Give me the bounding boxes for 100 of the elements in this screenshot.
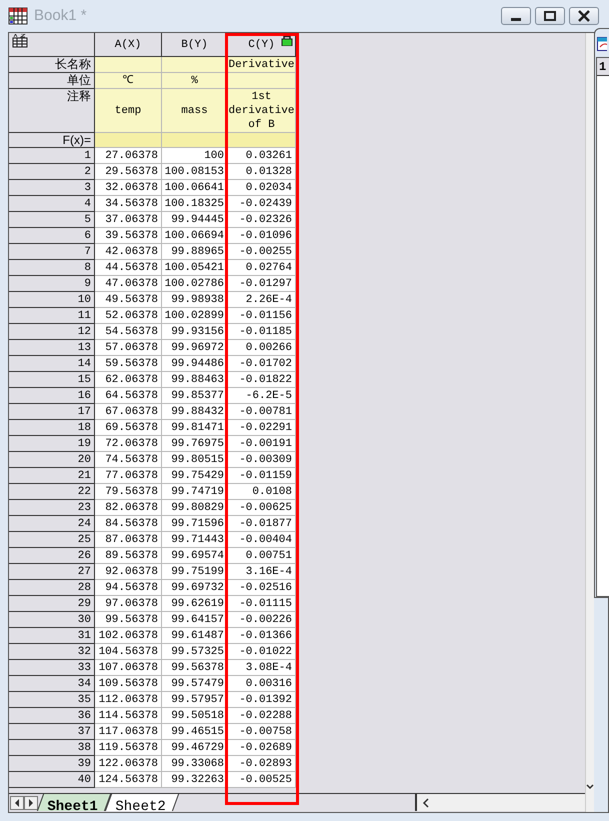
table-cell: 64.56378 (95, 388, 162, 404)
table-cell: 62.06378 (95, 372, 162, 388)
row-number: 37 (9, 724, 95, 740)
scroll-left-button[interactable] (10, 796, 24, 810)
row-number: 31 (9, 628, 95, 644)
table-cell: 99.62619 (162, 596, 228, 612)
table-cell: -0.00525 (228, 772, 296, 788)
horizontal-scrollbar[interactable] (415, 794, 585, 811)
table-cell: Derivative (228, 57, 296, 73)
sheet-tab[interactable]: Sheet2 (105, 794, 180, 811)
row-number: 32 (9, 644, 95, 660)
table-cell: mass (162, 89, 228, 133)
table-cell: 99.71596 (162, 516, 228, 532)
row-number: 35 (9, 692, 95, 708)
left-arrow-icon (14, 798, 20, 806)
row-number: 19 (9, 436, 95, 452)
row-number: 25 (9, 532, 95, 548)
table-cell: -0.00309 (228, 452, 296, 468)
table-cell: 99.75199 (162, 564, 228, 580)
table-cell: -0.02893 (228, 756, 296, 772)
table-cell: 99.32263 (162, 772, 228, 788)
table-cell: 99.64157 (162, 612, 228, 628)
sheet-tab[interactable]: Sheet1 (36, 794, 112, 811)
table-cell: -0.02689 (228, 740, 296, 756)
table-cell: 99.88432 (162, 404, 228, 420)
row-number: 18 (9, 420, 95, 436)
table-cell: ℃ (95, 73, 162, 89)
table-cell: 27.06378 (95, 148, 162, 164)
close-button[interactable] (569, 7, 599, 25)
row-number: 28 (9, 580, 95, 596)
table-cell: 99.75429 (162, 468, 228, 484)
table-cell: -0.02288 (228, 708, 296, 724)
table-cell: 99.50518 (162, 708, 228, 724)
table-cell: -0.00404 (228, 532, 296, 548)
table-cell: -0.02291 (228, 420, 296, 436)
table-cell: 99.93156 (162, 324, 228, 340)
window-title: Book1 * (34, 6, 87, 26)
table-cell: 99.96972 (162, 340, 228, 356)
row-number: 3 (9, 180, 95, 196)
table-cell: 99.94445 (162, 212, 228, 228)
table-cell: 0.00316 (228, 676, 296, 692)
column-header[interactable]: A(X) (95, 33, 162, 57)
vertical-scrollbar[interactable] (585, 33, 594, 812)
table-cell: 99.98938 (162, 292, 228, 308)
row-number: 6 (9, 228, 95, 244)
corner-cell[interactable] (9, 33, 95, 57)
table-cell: 2.26E-4 (228, 292, 296, 308)
table-cell: 104.56378 (95, 644, 162, 660)
table-cell: 99.69732 (162, 580, 228, 596)
table-cell: 94.56378 (95, 580, 162, 596)
row-number: 39 (9, 756, 95, 772)
table-cell: -0.00191 (228, 436, 296, 452)
row-number: 15 (9, 372, 95, 388)
row-number: 36 (9, 708, 95, 724)
row-number: 22 (9, 484, 95, 500)
table-cell: 100 (162, 148, 228, 164)
table-cell: 119.56378 (95, 740, 162, 756)
table-cell: -0.01877 (228, 516, 296, 532)
table-cell: -0.02439 (228, 196, 296, 212)
minimize-button[interactable] (501, 7, 531, 25)
table-cell: 92.06378 (95, 564, 162, 580)
table-cell: 99.57325 (162, 644, 228, 660)
table-cell: -0.00226 (228, 612, 296, 628)
table-cell: 42.06378 (95, 244, 162, 260)
table-cell: -0.00758 (228, 724, 296, 740)
row-number: 20 (9, 452, 95, 468)
table-cell: temp (95, 89, 162, 133)
right-arrow-icon (28, 798, 34, 806)
table-cell: 99.74719 (162, 484, 228, 500)
table-sort-icon (12, 34, 28, 48)
table-cell: 102.06378 (95, 628, 162, 644)
table-cell: 99.69574 (162, 548, 228, 564)
table-cell: 84.56378 (95, 516, 162, 532)
table-cell: 79.56378 (95, 484, 162, 500)
table-cell: 100.02899 (162, 308, 228, 324)
row-label: 长名称 (9, 57, 95, 73)
table-cell: 39.56378 (95, 228, 162, 244)
row-number: 9 (9, 276, 95, 292)
row-number: 38 (9, 740, 95, 756)
scroll-right-button[interactable] (24, 796, 38, 810)
table-cell: -0.01297 (228, 276, 296, 292)
table-cell: 99.80515 (162, 452, 228, 468)
table-cell: 37.06378 (95, 212, 162, 228)
row-number: 13 (9, 340, 95, 356)
table-cell: 99.56378 (162, 660, 228, 676)
maximize-button[interactable] (535, 7, 565, 25)
row-number: 21 (9, 468, 95, 484)
table-cell: 0.00751 (228, 548, 296, 564)
table-cell: 99.61487 (162, 628, 228, 644)
table-cell: 32.06378 (95, 180, 162, 196)
table-cell: 99.57479 (162, 676, 228, 692)
table-cell: 0.03261 (228, 148, 296, 164)
table-cell: 99.88965 (162, 244, 228, 260)
lock-icon (281, 34, 293, 46)
table-cell: 99.46729 (162, 740, 228, 756)
table-cell: 44.56378 (95, 260, 162, 276)
background-window[interactable]: 1 (594, 28, 609, 598)
table-cell: 52.06378 (95, 308, 162, 324)
down-chevron-icon (586, 784, 594, 790)
table-cell: 0.0108 (228, 484, 296, 500)
